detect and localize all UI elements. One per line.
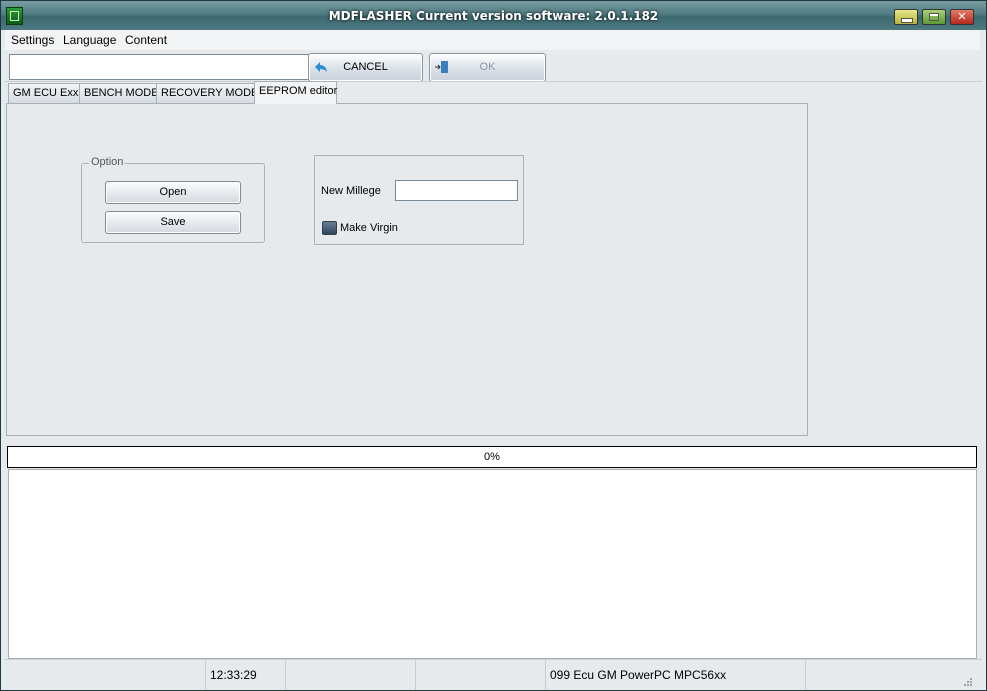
- status-cell-6: [805, 660, 982, 690]
- option-group-legend: Option: [89, 156, 126, 168]
- make-virgin-checkbox[interactable]: [322, 221, 337, 235]
- menu-content[interactable]: Content: [125, 33, 167, 47]
- save-button[interactable]: Save: [105, 211, 241, 234]
- tab-gm-ecu-exx[interactable]: GM ECU Exx: [8, 83, 81, 103]
- progress-text: 0%: [484, 451, 500, 463]
- app-window: MDFLASHER Current version software: 2.0.…: [0, 0, 987, 691]
- close-button[interactable]: ✕: [950, 9, 974, 25]
- title-bar[interactable]: MDFLASHER Current version software: 2.0.…: [1, 1, 986, 30]
- back-arrow-icon: [315, 62, 327, 72]
- log-output[interactable]: [8, 469, 977, 659]
- new-mileage-label: New Millege: [321, 185, 381, 197]
- menu-language[interactable]: Language: [63, 33, 116, 47]
- status-time: 12:33:29: [205, 660, 286, 690]
- resize-grip-icon[interactable]: [963, 677, 973, 687]
- eeprom-editor-panel: [6, 103, 808, 436]
- minimize-button[interactable]: [894, 9, 918, 25]
- exit-door-icon: [435, 61, 448, 73]
- open-button[interactable]: Open: [105, 181, 241, 204]
- menu-bar: Settings Language Content: [5, 30, 980, 50]
- tab-bench-mode[interactable]: BENCH MODE: [79, 83, 159, 103]
- progress-bar: 0%: [7, 446, 977, 468]
- cancel-label: CANCEL: [343, 61, 388, 73]
- status-cell-3: [285, 660, 416, 690]
- tab-eeprom-editor[interactable]: EEPROM editor: [254, 81, 337, 104]
- menu-settings[interactable]: Settings: [11, 33, 54, 47]
- toolbar-divider: [5, 81, 982, 82]
- status-cell-4: [415, 660, 546, 690]
- status-bar: 12:33:29 099 Ecu GM PowerPC MPC56xx: [5, 659, 982, 690]
- window-title: MDFLASHER Current version software: 2.0.…: [328, 9, 659, 23]
- tab-recovery-mode[interactable]: RECOVERY MODE: [156, 83, 258, 103]
- ok-button[interactable]: OK: [429, 53, 546, 82]
- cancel-button[interactable]: CANCEL: [308, 53, 423, 82]
- command-input[interactable]: [9, 54, 309, 80]
- status-cell-1: [5, 660, 205, 690]
- new-mileage-input[interactable]: [395, 180, 518, 201]
- ok-label: OK: [479, 61, 496, 73]
- make-virgin-label[interactable]: Make Virgin: [340, 222, 398, 234]
- status-ecu: 099 Ecu GM PowerPC MPC56xx: [545, 660, 806, 690]
- maximize-button[interactable]: [922, 9, 946, 25]
